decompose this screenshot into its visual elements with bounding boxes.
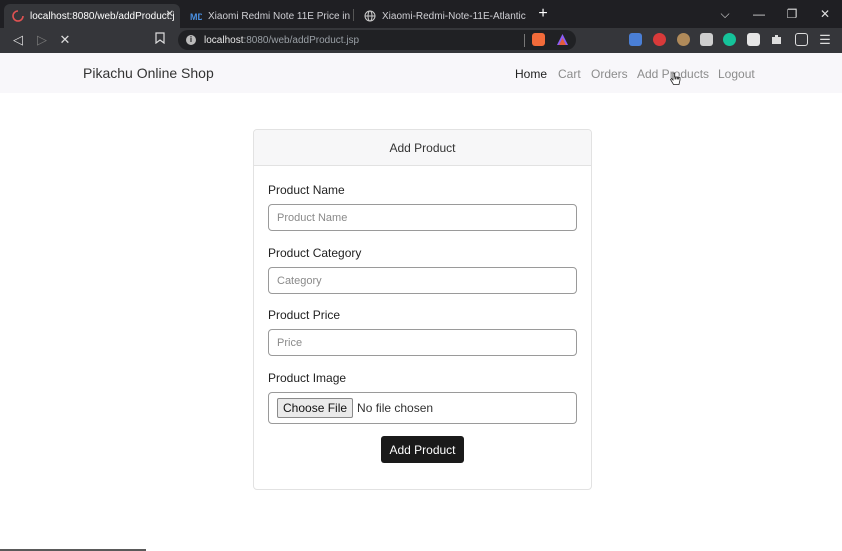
hand-cursor-icon [669, 72, 681, 86]
toolbar-divider [524, 34, 525, 47]
close-window-button[interactable]: ✕ [818, 7, 832, 21]
site-navbar: Pikachu Online Shop Home Cart Orders Add… [0, 53, 842, 93]
close-tab-icon[interactable]: ✕ [166, 9, 174, 20]
add-product-button[interactable]: Add Product [381, 436, 464, 463]
product-image-file-input[interactable]: Choose File No file chosen [268, 392, 577, 424]
brave-rewards-icon[interactable] [556, 33, 569, 46]
new-tab-button[interactable]: + [535, 5, 551, 23]
product-image-label: Product Image [268, 371, 347, 385]
address-bar[interactable]: i localhost:8080/web/addProduct.jsp [178, 30, 576, 50]
loading-spinner-icon [12, 10, 24, 22]
forward-button[interactable]: ▷ [35, 32, 49, 48]
browser-tab-strip: localhost:8080/web/addProduct.j ✕ MD Xia… [0, 0, 842, 28]
nav-logout[interactable]: Logout [718, 67, 755, 81]
translate-icon[interactable] [629, 33, 642, 46]
add-product-card: Add Product Product Name Product Categor… [253, 129, 592, 490]
stop-loading-button[interactable]: ✕ [58, 32, 72, 48]
card-title: Add Product [254, 130, 591, 166]
svg-text:MD: MD [190, 12, 202, 22]
wallet-icon[interactable] [795, 33, 808, 46]
tab-divider [353, 9, 354, 21]
product-name-label: Product Name [268, 183, 345, 197]
bookmark-icon[interactable] [153, 32, 167, 48]
nav-orders[interactable]: Orders [591, 67, 628, 81]
tab-title: Xiaomi-Redmi-Note-11E-Atlantic-Blue [382, 10, 526, 22]
nav-home[interactable]: Home [515, 67, 547, 81]
choose-file-button[interactable]: Choose File [277, 398, 354, 418]
puzzle-icon[interactable] [770, 33, 783, 46]
mobile-dokan-icon: MD [190, 10, 204, 22]
tab-add-product[interactable]: localhost:8080/web/addProduct.j ✕ [4, 4, 180, 28]
minimize-button[interactable]: — [752, 7, 766, 21]
restore-button[interactable]: ❐ [785, 7, 799, 21]
browser-toolbar: ◁ ▷ ✕ i localhost:8080/web/addProduct.js… [0, 28, 842, 53]
tab-xiaomi-blue[interactable]: Xiaomi-Redmi-Note-11E-Atlantic-Blue [356, 4, 526, 28]
globe-icon [364, 10, 376, 22]
back-button[interactable]: ◁ [11, 32, 25, 48]
url-text: localhost:8080/web/addProduct.jsp [204, 34, 360, 46]
product-price-label: Product Price [268, 308, 341, 322]
face-icon[interactable] [677, 33, 690, 46]
tab-xiaomi-price[interactable]: MD Xiaomi Redmi Note 11E Price in Bangl [182, 4, 352, 28]
site-info-icon[interactable]: i [186, 35, 196, 45]
menu-icon[interactable]: ☰ [818, 32, 832, 48]
tab-title: localhost:8080/web/addProduct.j [30, 10, 175, 22]
product-category-label: Product Category [268, 246, 362, 260]
product-name-input[interactable] [268, 204, 577, 231]
record-icon[interactable] [653, 33, 666, 46]
file-status-text: No file chosen [357, 401, 434, 415]
tab-title: Xiaomi Redmi Note 11E Price in Bangl [208, 10, 352, 22]
tab-search-icon[interactable]: ⌵ [718, 7, 732, 22]
site-brand[interactable]: Pikachu Online Shop [83, 65, 214, 81]
nav-cart[interactable]: Cart [558, 67, 581, 81]
notes-icon[interactable] [747, 33, 760, 46]
grammarly-icon[interactable] [723, 33, 736, 46]
product-price-input[interactable] [268, 329, 577, 356]
brave-shield-icon[interactable] [532, 33, 545, 46]
product-category-input[interactable] [268, 267, 577, 294]
reader-icon[interactable] [700, 33, 713, 46]
